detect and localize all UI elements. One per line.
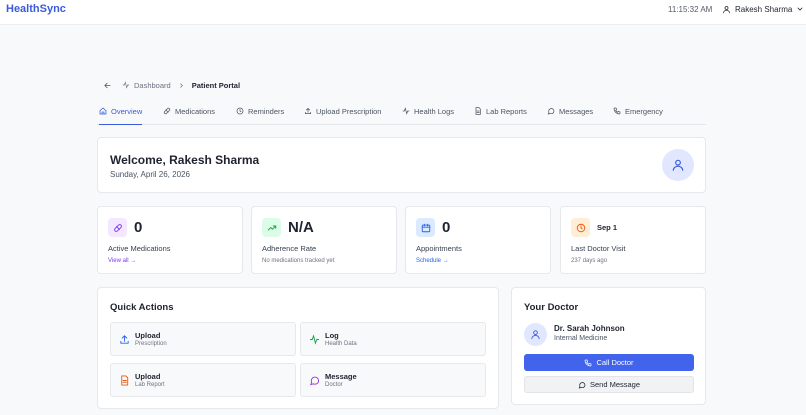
stat-appointments: 0 Appointments Schedule → <box>405 206 551 274</box>
phone-icon <box>613 107 621 115</box>
doctor-specialty: Internal Medicine <box>554 335 608 342</box>
action-title: Message <box>325 372 357 381</box>
tab-label: Messages <box>559 107 594 116</box>
action-title: Upload <box>135 331 161 340</box>
stat-label: Active Medications <box>108 244 171 253</box>
stat-value: N/A <box>288 219 314 236</box>
tab-label: Overview <box>111 107 143 116</box>
stat-active-medications: 0 Active Medications View all → <box>97 206 243 274</box>
upload-icon <box>119 334 130 345</box>
user-icon <box>672 159 684 171</box>
chevron-right-icon <box>178 82 185 89</box>
send-message-button[interactable]: Send Message <box>524 376 694 393</box>
tab-medications[interactable]: Medications <box>163 104 215 125</box>
pill-icon <box>163 107 171 115</box>
tab-label: Medications <box>175 107 216 116</box>
stat-last-doctor-visit: Sep 1 Last Doctor Visit 237 days ago <box>560 206 706 274</box>
pill-icon <box>108 218 127 237</box>
welcome-date: Sunday, April 26, 2026 <box>110 170 190 179</box>
stat-value: 0 <box>134 219 143 236</box>
user-name: Rakesh Sharma <box>735 4 793 14</box>
phone-icon <box>585 359 592 366</box>
file-icon <box>475 107 481 115</box>
doctor-name: Dr. Sarah Johnson <box>554 324 625 333</box>
activity-icon <box>122 81 130 89</box>
log-health-data-button[interactable]: Log Health Data <box>300 322 486 356</box>
clock-icon <box>236 107 244 115</box>
tab-messages[interactable]: Messages <box>547 104 593 125</box>
section-title: Your Doctor <box>524 302 579 313</box>
action-title: Upload <box>135 372 161 381</box>
action-title: Log <box>325 331 339 340</box>
stat-adherence-rate: N/A Adherence Rate No medications tracke… <box>251 206 397 274</box>
tab-lab-reports[interactable]: Lab Reports <box>474 104 527 125</box>
top-bar: HealthSync 11:15:32 AM Rakesh Sharma <box>0 0 806 25</box>
stat-value: 0 <box>442 219 451 236</box>
tab-label: Lab Reports <box>486 107 527 116</box>
stat-label: Appointments <box>416 244 462 253</box>
avatar <box>662 149 694 181</box>
activity-icon <box>402 107 410 115</box>
upload-lab-report-button[interactable]: Upload Lab Report <box>110 363 296 397</box>
message-icon <box>309 375 320 386</box>
stat-value: Sep 1 <box>597 223 618 232</box>
message-icon <box>578 381 586 389</box>
tab-overview[interactable]: Overview <box>99 104 143 125</box>
stat-label: Last Doctor Visit <box>571 244 626 253</box>
quick-actions-card: Quick Actions Upload Prescription Log He… <box>97 287 499 409</box>
doctor-avatar <box>524 323 547 346</box>
upload-icon <box>304 107 312 115</box>
stat-label: Adherence Rate <box>262 244 317 253</box>
call-doctor-button[interactable]: Call Doctor <box>524 354 694 371</box>
breadcrumb: Dashboard Patient Portal <box>103 79 240 91</box>
breadcrumb-parent-label: Dashboard <box>134 80 171 90</box>
action-subtitle: Health Data <box>325 341 357 347</box>
tab-emergency[interactable]: Emergency <box>613 104 663 125</box>
upload-prescription-button[interactable]: Upload Prescription <box>110 322 296 356</box>
tab-bar: Overview Medications Reminders Upload Pr… <box>97 104 706 125</box>
view-all-link[interactable]: View all → <box>108 258 136 264</box>
file-icon <box>119 375 130 386</box>
tab-label: Health Logs <box>414 107 455 116</box>
calendar-icon <box>416 218 435 237</box>
message-icon <box>547 108 555 115</box>
your-doctor-card: Your Doctor Dr. Sarah Johnson Internal M… <box>511 287 706 405</box>
activity-icon <box>309 334 320 345</box>
action-subtitle: Doctor <box>325 382 343 388</box>
trending-up-icon <box>262 218 281 237</box>
stat-subtext: 237 days ago <box>571 258 608 264</box>
clock-icon <box>571 218 590 237</box>
stat-subtext: No medications tracked yet <box>262 258 335 264</box>
user-icon <box>531 330 540 340</box>
brand-logo[interactable]: HealthSync <box>6 3 66 15</box>
welcome-card: Welcome, Rakesh Sharma Sunday, April 26,… <box>97 137 706 193</box>
tab-label: Upload Prescription <box>316 107 382 116</box>
breadcrumb-current: Patient Portal <box>191 80 241 90</box>
tab-label: Reminders <box>248 107 285 116</box>
action-subtitle: Lab Report <box>135 382 165 388</box>
tab-label: Emergency <box>625 107 663 116</box>
welcome-title: Welcome, Rakesh Sharma <box>110 153 260 167</box>
section-title: Quick Actions <box>110 302 174 313</box>
user-menu[interactable]: Rakesh Sharma <box>722 3 804 15</box>
tab-health-logs[interactable]: Health Logs <box>402 104 454 125</box>
home-icon <box>99 107 107 115</box>
tab-reminders[interactable]: Reminders <box>236 104 284 125</box>
clock: 11:15:32 AM <box>668 5 713 14</box>
tab-upload-prescription[interactable]: Upload Prescription <box>304 104 381 125</box>
button-label: Call Doctor <box>596 358 634 367</box>
breadcrumb-dashboard-link[interactable]: Dashboard <box>122 81 171 90</box>
chevron-down-icon <box>796 5 804 13</box>
button-label: Send Message <box>589 380 641 389</box>
user-icon <box>722 5 731 14</box>
message-doctor-button[interactable]: Message Doctor <box>300 363 486 397</box>
action-subtitle: Prescription <box>135 341 167 347</box>
schedule-link[interactable]: Schedule → <box>416 258 449 264</box>
back-arrow-icon[interactable] <box>103 81 112 90</box>
